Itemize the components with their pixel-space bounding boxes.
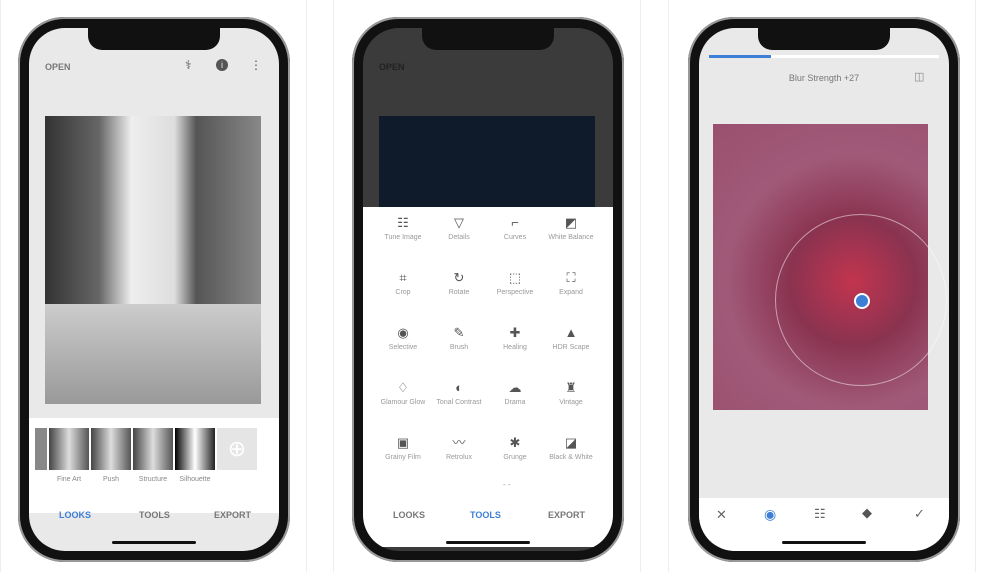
styles-icon[interactable]: ◆ [862, 505, 872, 521]
tab-looks[interactable]: LOOKS [393, 510, 425, 520]
tool-label: Selective [388, 344, 418, 351]
tab-export[interactable]: EXPORT [214, 510, 251, 520]
tool-label: Grainy Film [385, 454, 421, 461]
tool-details[interactable]: ▽ Details [431, 213, 487, 242]
tab-looks[interactable]: LOOKS [59, 510, 91, 520]
tool-label: Black & White [549, 454, 593, 461]
page-indicator: - - [503, 480, 511, 489]
tool-icon: ⛶ [566, 270, 576, 285]
open-button[interactable]: OPEN [45, 62, 71, 72]
tool-glamour-glow[interactable]: ♢ Glamour Glow [375, 378, 431, 407]
tool-label: Perspective [496, 289, 534, 296]
tool-label: Tonal Contrast [436, 399, 482, 406]
tool-label: Expand [559, 289, 583, 296]
tool-rotate[interactable]: ↻ Rotate [431, 268, 487, 297]
phone-looks: OPEN ⚕ i ⋮ ⊕ Fine Art Push Structure Sil… [18, 17, 290, 562]
look-label: Silhouette [179, 476, 211, 483]
tool-icon: ◐ [455, 380, 463, 395]
look-label: Push [103, 476, 119, 483]
tool-drama[interactable]: ☁ Drama [487, 378, 543, 407]
tool-icon: ▽ [454, 215, 464, 230]
close-icon[interactable]: ✕ [716, 507, 727, 523]
tool-icon: ↻ [453, 270, 465, 285]
open-button[interactable]: OPEN [379, 62, 405, 72]
more-icon[interactable]: ⋮ [250, 58, 262, 72]
tool-label: Glamour Glow [380, 399, 426, 406]
photo-preview [379, 116, 595, 208]
tool-retrolux[interactable]: 〰 Retrolux [431, 433, 487, 462]
tool-label: Brush [449, 344, 469, 351]
tool-label: Details [448, 234, 470, 241]
photo-preview [45, 116, 261, 404]
tool-white-balance[interactable]: ◩ White Balance [543, 213, 599, 242]
heal-icon[interactable]: ⚕ [185, 58, 192, 72]
tool-label: Crop [395, 289, 411, 296]
tool-vintage[interactable]: ♜ Vintage [543, 378, 599, 407]
selective-point-icon[interactable]: ◉ [764, 506, 776, 523]
tool-grunge[interactable]: ✱ Grunge [487, 433, 543, 462]
photo-flowers [713, 124, 947, 410]
info-icon[interactable]: i [216, 59, 228, 71]
tab-tools[interactable]: TOOLS [470, 510, 501, 520]
tool-icon: ☷ [397, 215, 409, 230]
tool-icon: ⌗ [399, 270, 407, 285]
tool-label: Curves [503, 234, 527, 241]
look-label: Fine Art [56, 476, 82, 483]
look-label: Structure [138, 476, 168, 483]
tool-expand[interactable]: ⛶ Expand [543, 268, 599, 297]
tool-label: Rotate [448, 289, 470, 296]
tool-label: HDR Scape [552, 344, 590, 351]
tool-hdr-scape[interactable]: ▲ HDR Scape [543, 323, 599, 352]
tool-label: Drama [504, 399, 526, 406]
tool-brush[interactable]: ✎ Brush [431, 323, 487, 352]
add-look-icon[interactable]: ⊕ [217, 428, 257, 470]
tool-icon: 〰 [452, 435, 466, 450]
look-thumb-silhouette[interactable] [175, 428, 215, 470]
tool-icon: ✚ [509, 325, 521, 340]
look-thumb-structure[interactable] [133, 428, 173, 470]
tool-crop[interactable]: ⌗ Crop [375, 268, 431, 297]
tab-tools[interactable]: TOOLS [139, 510, 170, 520]
tool-icon: ▲ [564, 325, 578, 340]
check-icon[interactable]: ✓ [914, 506, 925, 522]
control-point[interactable] [854, 293, 870, 309]
tool-icon: ♜ [565, 380, 577, 395]
look-thumb-push[interactable] [91, 428, 131, 470]
tool-curves[interactable]: ⌐ Curves [487, 213, 543, 242]
phone-selective: Blur Strength +27 ◫ ✕ ◉ ☷ ◆ ✓ [688, 17, 960, 562]
tools-sheet: ☷ Tune Image ▽ Details ⌐ Curves ◩ White Balance… [363, 207, 613, 547]
look-thumb-fine-art[interactable] [49, 428, 89, 470]
blur-strength-label: Blur Strength +27 [788, 73, 860, 83]
tool-selective[interactable]: ◉ Selective [375, 323, 431, 352]
tool-label: Grunge [503, 454, 527, 461]
tool-icon: ◉ [397, 325, 409, 340]
compare-icon[interactable]: ◫ [914, 70, 924, 83]
tool-icon: ◪ [564, 435, 578, 450]
tool-tune-image[interactable]: ☷ Tune Image [375, 213, 431, 242]
progress-bar[interactable] [709, 55, 939, 58]
tool-icon: ◩ [564, 215, 578, 230]
tool-icon: ♢ [397, 380, 409, 395]
tool-label: White Balance [548, 234, 594, 241]
tool-black-white[interactable]: ◪ Black & White [543, 433, 599, 462]
tool-icon: ▣ [396, 435, 410, 450]
tool-healing[interactable]: ✚ Healing [487, 323, 543, 352]
tool-label: Retrolux [445, 454, 473, 461]
tool-tonal-contrast[interactable]: ◐ Tonal Contrast [431, 378, 487, 407]
tool-label: Tune Image [384, 234, 422, 241]
tab-export[interactable]: EXPORT [548, 510, 585, 520]
tool-icon: ✱ [509, 435, 521, 450]
adjust-icon[interactable]: ☷ [814, 506, 826, 522]
tool-grainy-film[interactable]: ▣ Grainy Film [375, 433, 431, 462]
tool-icon: ☁ [508, 380, 522, 395]
tool-icon: ⌐ [511, 215, 519, 230]
tool-label: Vintage [559, 399, 583, 406]
phone-tools: OPEN ☷ Tune Image ▽ Details ⌐ Curves ◩ White Ba… [352, 17, 624, 562]
tool-icon: ⬚ [508, 270, 522, 285]
tool-perspective[interactable]: ⬚ Perspective [487, 268, 543, 297]
tool-icon: ✎ [453, 325, 465, 340]
tool-label: Healing [503, 344, 527, 351]
